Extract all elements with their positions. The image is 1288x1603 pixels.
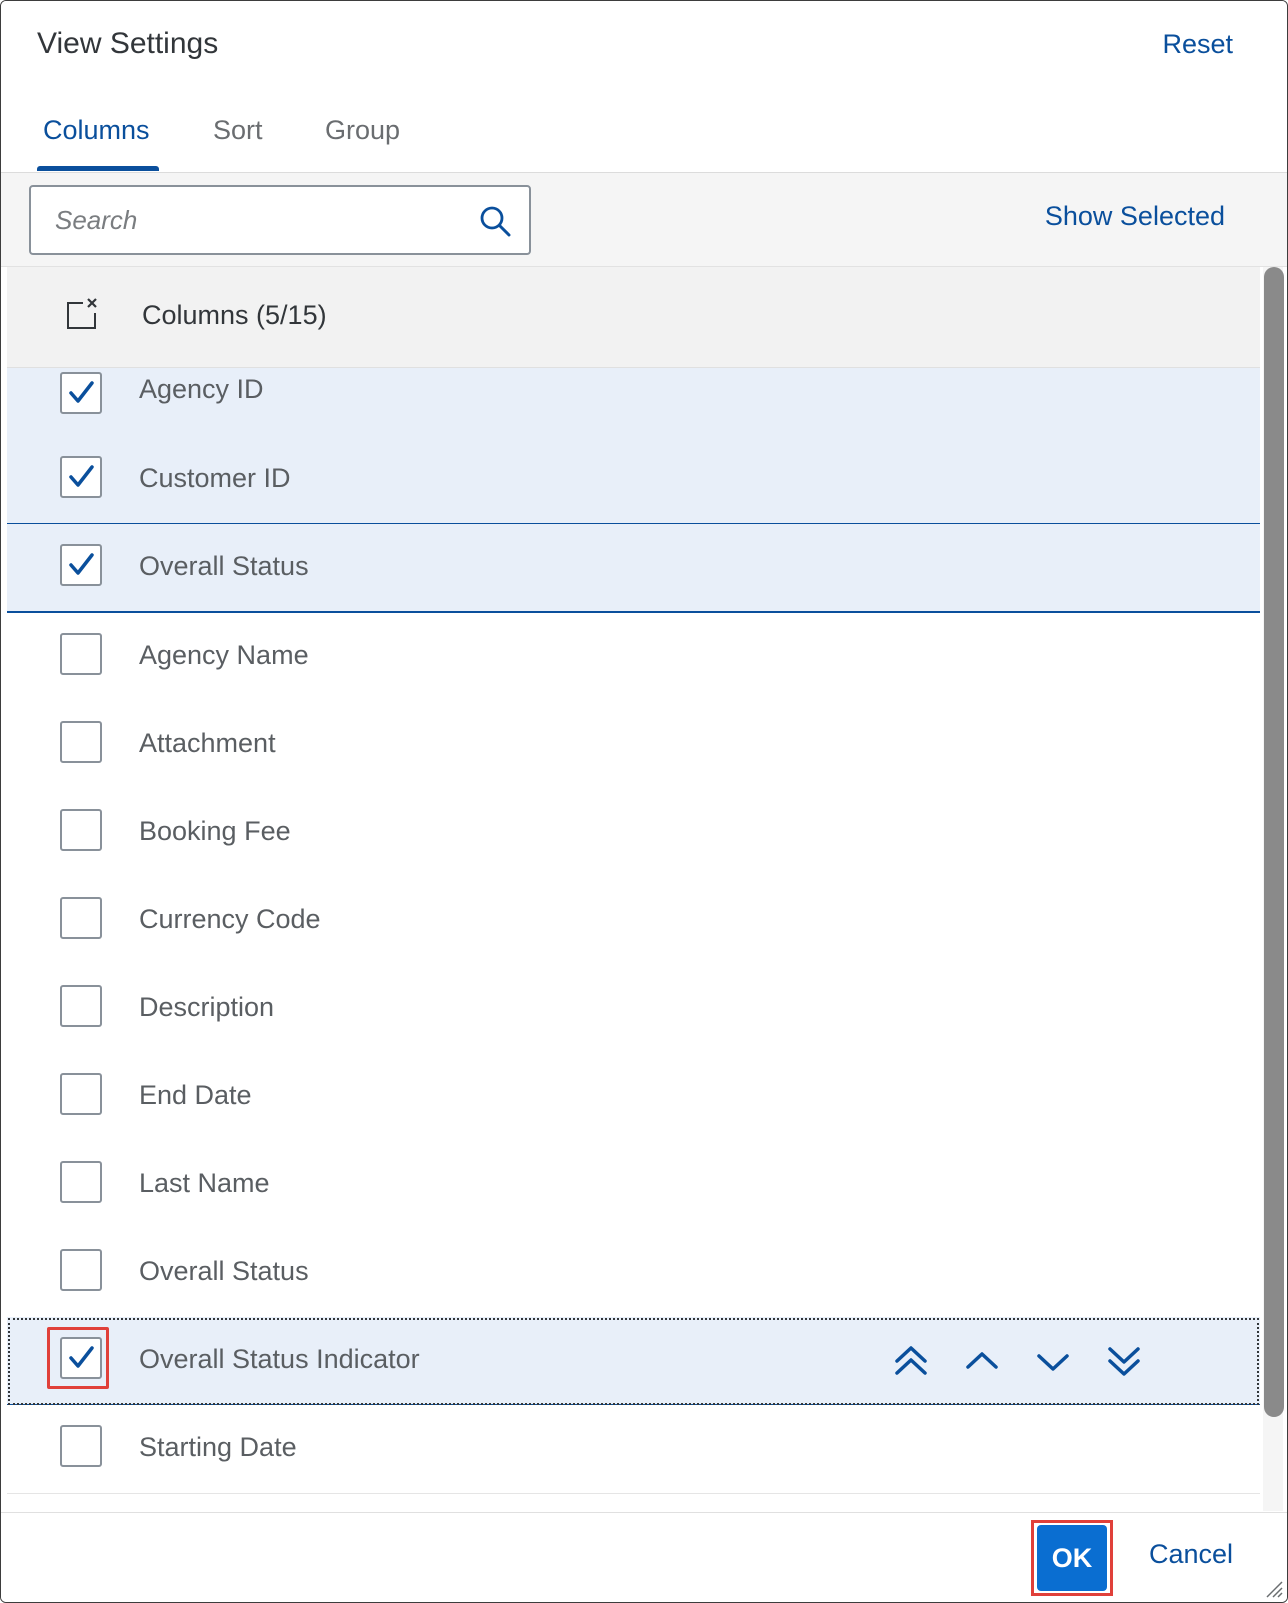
list-item-focused[interactable]: Overall Status Indicator (7, 1317, 1260, 1406)
list-item[interactable]: Last Name (7, 1141, 1260, 1230)
list-item-label: Overall Status (139, 1256, 309, 1286)
resize-grip-icon[interactable] (1265, 1580, 1283, 1598)
checkbox[interactable] (60, 1161, 102, 1203)
checkbox[interactable] (60, 985, 102, 1027)
checkbox[interactable] (60, 633, 102, 675)
list-item[interactable]: Booking Fee (7, 789, 1260, 878)
checkmark-icon (69, 465, 94, 487)
checkbox-checked[interactable] (60, 372, 102, 414)
list-item-label: Overall Status Indicator (139, 1344, 420, 1374)
list-item[interactable]: Overall Status (7, 1229, 1260, 1318)
scrollbar-thumb[interactable] (1264, 267, 1284, 1417)
list-item[interactable]: Customer ID (7, 436, 1260, 525)
list-item-label: Attachment (139, 728, 276, 758)
list-item-label: Description (139, 992, 275, 1022)
list-item-label: Currency Code (139, 904, 321, 934)
list-item-label: Customer ID (139, 463, 291, 493)
dialog-footer: OK Cancel (1, 1512, 1287, 1602)
tab-group[interactable]: Group (325, 115, 400, 146)
list-item-label: Agency ID (139, 374, 264, 404)
reset-button[interactable]: Reset (1162, 29, 1233, 60)
list-item-label: Last Name (139, 1168, 270, 1198)
checkbox[interactable] (60, 721, 102, 763)
move-to-bottom-icon[interactable] (1102, 1339, 1146, 1383)
list-item[interactable]: Overall Status (7, 524, 1260, 613)
checkbox-checked[interactable] (60, 1337, 102, 1379)
checkmark-icon (69, 381, 94, 403)
list-item-label: Overall Status (139, 551, 309, 581)
checkbox[interactable] (60, 809, 102, 851)
view-settings-dialog: View Settings Reset Columns Sort Group S… (0, 0, 1288, 1603)
checkbox[interactable] (60, 1073, 102, 1115)
search-field (29, 185, 531, 255)
list-item[interactable]: Description (7, 965, 1260, 1054)
checkmark-icon (69, 1346, 94, 1368)
ok-button[interactable]: OK (1037, 1525, 1107, 1591)
checkbox[interactable] (60, 897, 102, 939)
checkbox-checked[interactable] (60, 544, 102, 586)
checkbox[interactable] (60, 1249, 102, 1291)
search-icon[interactable] (479, 205, 511, 237)
dialog-header: View Settings Reset (1, 1, 1287, 90)
tab-sort[interactable]: Sort (213, 115, 263, 146)
tab-columns[interactable]: Columns (43, 115, 150, 146)
move-down-icon[interactable] (1031, 1339, 1075, 1383)
list-item-label: Starting Date (139, 1432, 297, 1462)
columns-list: Agency ID Customer ID Overall Status Age… (7, 368, 1260, 1511)
list-item[interactable]: Agency Name (7, 613, 1260, 702)
cancel-button[interactable]: Cancel (1149, 1539, 1233, 1570)
columns-count-label: Columns (5/15) (142, 300, 327, 330)
move-to-top-icon[interactable] (889, 1339, 933, 1383)
deselect-all-icon[interactable] (65, 297, 99, 331)
checkmark-icon (69, 553, 94, 575)
show-selected-button[interactable]: Show Selected (1045, 201, 1225, 232)
list-item-label: Booking Fee (139, 816, 291, 846)
checkbox-checked[interactable] (60, 456, 102, 498)
list-item[interactable]: End Date (7, 1053, 1260, 1142)
active-tab-indicator (37, 166, 159, 171)
list-item-label: Agency Name (139, 640, 309, 670)
checkbox[interactable] (60, 1425, 102, 1467)
list-header: Columns (5/15) (7, 267, 1260, 368)
list-item[interactable]: Attachment (7, 701, 1260, 790)
list-item-label: End Date (139, 1080, 252, 1110)
list-item[interactable]: Currency Code (7, 877, 1260, 966)
search-input[interactable] (31, 187, 461, 253)
list-item[interactable]: Starting Date (7, 1405, 1260, 1494)
move-up-icon[interactable] (960, 1339, 1004, 1383)
dialog-title: View Settings (37, 27, 219, 60)
list-toolbar: Show Selected (1, 173, 1287, 267)
tab-bar: Columns Sort Group (1, 89, 1287, 173)
